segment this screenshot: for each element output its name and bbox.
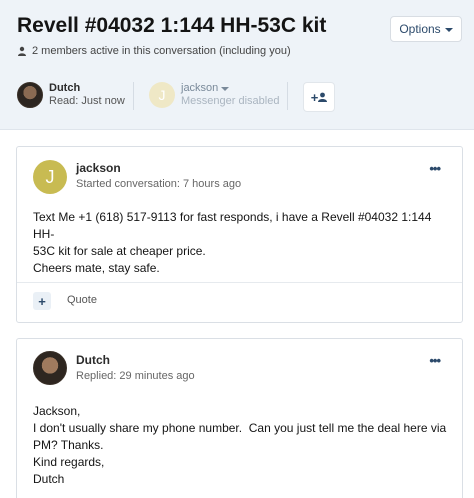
message-line: I don't usually share my phone number. C… bbox=[33, 421, 447, 435]
participant-name[interactable]: Dutch bbox=[49, 82, 125, 95]
participant-jackson[interactable]: J jackson Messenger disabled bbox=[149, 82, 279, 108]
message-card: Dutch Replied: 29 minutes ago ••• Jackso… bbox=[16, 338, 463, 498]
user-icon bbox=[318, 92, 328, 102]
divider bbox=[133, 82, 134, 110]
avatar[interactable] bbox=[33, 351, 67, 385]
page-title: Revell #04032 1:144 HH-53C kit bbox=[17, 14, 327, 37]
message-meta[interactable]: Started conversation: 7 hours ago bbox=[76, 178, 241, 190]
participant-name-text: jackson bbox=[181, 82, 219, 94]
message-author[interactable]: jackson bbox=[76, 161, 121, 175]
avatar[interactable] bbox=[17, 82, 43, 108]
plus-icon: + bbox=[310, 89, 319, 105]
message-line: Jackson, bbox=[33, 404, 81, 418]
message-card: J jackson Started conversation: 7 hours … bbox=[16, 146, 463, 323]
participant-status: Read: Just now bbox=[49, 95, 125, 107]
users-icon bbox=[18, 46, 26, 56]
conversation-header: Revell #04032 1:144 HH-53C kit Options 2… bbox=[0, 0, 474, 130]
avatar[interactable]: J bbox=[33, 160, 67, 194]
message-author[interactable]: Dutch bbox=[76, 353, 110, 367]
members-info: 2 members active in this conversation (i… bbox=[17, 45, 291, 57]
message-meta[interactable]: Replied: 29 minutes ago bbox=[76, 370, 195, 382]
participant-status: Messenger disabled bbox=[181, 95, 280, 107]
multi-quote-button[interactable]: + bbox=[33, 292, 51, 310]
participant-dutch[interactable]: Dutch Read: Just now bbox=[17, 82, 125, 108]
more-options-icon[interactable]: ••• bbox=[429, 161, 441, 176]
options-label: Options bbox=[399, 22, 441, 36]
message-line: Kind regards, bbox=[33, 455, 105, 469]
divider bbox=[287, 82, 288, 110]
members-text: 2 members active in this conversation (i… bbox=[32, 45, 291, 57]
caret-down-icon bbox=[221, 87, 230, 91]
message-line: Cheers mate, stay safe. bbox=[33, 261, 160, 275]
participant-name[interactable]: jackson bbox=[181, 82, 279, 95]
card-divider bbox=[17, 282, 462, 283]
invite-participant-button[interactable]: + bbox=[303, 82, 335, 112]
options-button[interactable]: Options bbox=[390, 16, 462, 42]
more-options-icon[interactable]: ••• bbox=[429, 353, 441, 368]
message-body: Text Me +1 (618) 517-9113 for fast respo… bbox=[33, 209, 453, 277]
caret-down-icon bbox=[444, 27, 453, 32]
message-line: PM? Thanks. bbox=[33, 438, 104, 452]
avatar[interactable]: J bbox=[149, 82, 175, 108]
message-body: Jackson, I don't usually share my phone … bbox=[33, 403, 453, 488]
message-line: Text Me +1 (618) 517-9113 for fast respo… bbox=[33, 210, 435, 241]
message-line: 53C kit for sale at cheaper price. bbox=[33, 244, 206, 258]
message-line: Dutch bbox=[33, 472, 65, 486]
quote-button[interactable]: Quote bbox=[67, 294, 97, 306]
